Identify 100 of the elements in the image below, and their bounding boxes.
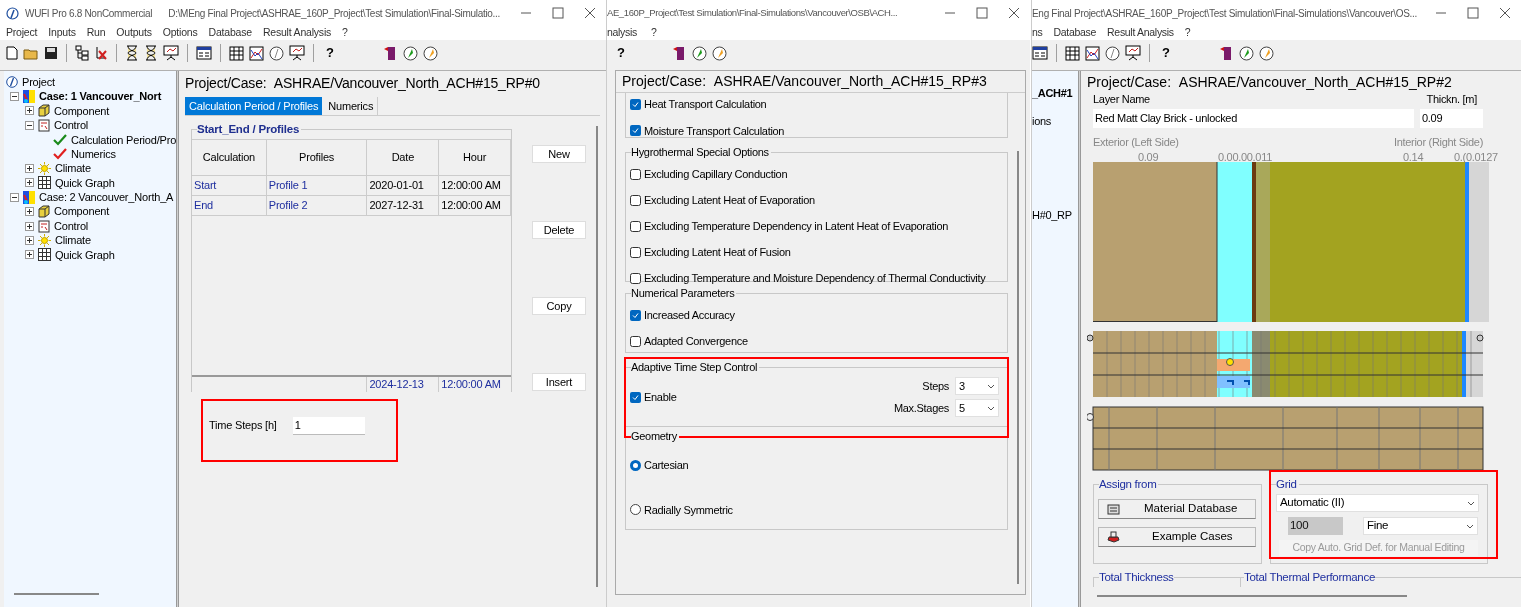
chart-icon[interactable]	[1085, 45, 1100, 61]
action-button[interactable]: Delete	[532, 221, 586, 239]
close-icon[interactable]	[584, 7, 596, 19]
tree-delete-icon[interactable]	[94, 45, 108, 61]
new-file-icon[interactable]	[6, 46, 18, 60]
tree-item[interactable]: Climate	[55, 232, 91, 249]
column-icon[interactable]	[1219, 45, 1234, 61]
examples-icon[interactable]	[1107, 531, 1120, 543]
grid-icon[interactable]	[229, 45, 244, 61]
presentation-icon[interactable]	[289, 45, 305, 61]
tree-item[interactable]: Case: 1 Vancouver_Nort	[39, 88, 162, 105]
hourglass-icon[interactable]	[125, 45, 139, 61]
tree-icon[interactable]	[75, 45, 89, 61]
tree-item[interactable]: Control	[54, 117, 89, 134]
checkbox[interactable]	[630, 194, 641, 206]
menu-item[interactable]: Project	[6, 25, 38, 41]
menu-item[interactable]: Result Analysis	[262, 25, 332, 41]
menu-item[interactable]: ?	[342, 25, 348, 41]
tree-item[interactable]: ions	[1032, 113, 1078, 127]
circle-icon[interactable]	[1105, 45, 1120, 61]
checkbox[interactable]	[630, 220, 641, 232]
dropdown[interactable]: Automatic (II)	[1276, 494, 1479, 512]
circle-flame-icon[interactable]	[711, 45, 727, 61]
tree-item[interactable]: Calculation Period/Pro	[71, 131, 176, 148]
expand-icon[interactable]	[25, 207, 34, 217]
help-button[interactable]: ?	[322, 43, 338, 63]
app-icon[interactable]	[6, 76, 18, 89]
circle-leaf-icon[interactable]	[402, 45, 418, 61]
assign-button[interactable]: Example Cases	[1098, 527, 1256, 547]
dropdown[interactable]: 3	[955, 377, 999, 395]
checkbox[interactable]	[630, 246, 641, 258]
column-icon[interactable]	[383, 45, 398, 61]
chart-icon[interactable]	[249, 45, 264, 61]
tree-item[interactable]: _ACH#1	[1032, 85, 1078, 99]
help-button[interactable]: ?	[613, 43, 629, 63]
input-field[interactable]: 1	[292, 416, 365, 435]
menu-item[interactable]: Result Analysis	[1107, 25, 1174, 41]
tree-item[interactable]: Control	[54, 217, 89, 235]
menu-item[interactable]: ?	[651, 25, 657, 41]
menu-item[interactable]: Database	[1053, 25, 1097, 41]
checkbox[interactable]	[630, 98, 641, 110]
maximize-icon[interactable]	[1467, 7, 1479, 19]
menu-item[interactable]: Run	[86, 25, 106, 41]
tree-item[interactable]: Quick Graph	[55, 246, 115, 264]
control-icon[interactable]	[38, 219, 50, 233]
tree-item[interactable]: H#0_RP	[1032, 207, 1078, 221]
control-icon[interactable]	[38, 118, 50, 132]
chevron-down-icon[interactable]	[987, 383, 995, 389]
tree-item[interactable]: Numerics	[71, 145, 116, 163]
chevron-down-icon[interactable]	[1467, 500, 1475, 506]
tab[interactable]: Calculation Period / Profiles	[185, 97, 323, 115]
tree-item[interactable]: Quick Graph	[55, 174, 115, 192]
layer-cross-section-drawing[interactable]	[1093, 162, 1489, 322]
action-button[interactable]: Insert	[532, 373, 586, 391]
close-icon[interactable]	[1008, 7, 1020, 19]
tree-item[interactable]: Climate	[55, 160, 91, 177]
menu-item[interactable]: ?	[1184, 25, 1191, 41]
radio-button[interactable]	[630, 459, 641, 471]
tree-item[interactable]: Case: 2 Vancouver_North_A	[39, 189, 174, 206]
window-layout-icon[interactable]	[196, 46, 212, 60]
component-icon[interactable]	[38, 104, 50, 118]
menu-item[interactable]: Outputs	[116, 25, 152, 41]
menu-item[interactable]: Options	[162, 25, 198, 41]
save-icon[interactable]	[44, 46, 58, 60]
grid-icon[interactable]	[38, 176, 51, 190]
assign-button[interactable]: Material Database	[1098, 499, 1256, 519]
close-icon[interactable]	[1499, 7, 1511, 19]
expand-icon[interactable]	[25, 221, 34, 231]
circle-leaf-icon[interactable]	[691, 45, 707, 61]
case-icon[interactable]	[23, 190, 35, 204]
folder-icon[interactable]	[23, 46, 39, 60]
circle-flame-icon[interactable]	[422, 45, 438, 61]
collapse-icon[interactable]	[10, 192, 19, 202]
maximize-icon[interactable]	[552, 7, 564, 19]
case-icon[interactable]	[23, 90, 35, 104]
grid-icon[interactable]	[38, 248, 51, 262]
checkbox[interactable]	[630, 391, 641, 403]
checkbox[interactable]	[630, 335, 641, 347]
radio-button[interactable]	[630, 504, 641, 516]
collapse-icon[interactable]	[25, 120, 34, 130]
expand-icon[interactable]	[25, 178, 34, 188]
checkbox[interactable]	[630, 168, 641, 180]
expand-icon[interactable]	[25, 250, 34, 260]
dropdown[interactable]: Fine	[1363, 517, 1478, 535]
circle-leaf-icon[interactable]	[1238, 45, 1254, 61]
input-field[interactable]: Red Matt Clay Brick - unlocked	[1093, 109, 1414, 128]
tree-item[interactable]: Project	[22, 73, 55, 91]
checkbox[interactable]	[630, 272, 641, 284]
check-icon[interactable]	[53, 133, 67, 146]
menu-item[interactable]: Inputs	[48, 25, 76, 41]
column-icon[interactable]	[672, 45, 687, 61]
check-icon[interactable]	[53, 148, 67, 161]
presentation-icon[interactable]	[163, 45, 179, 61]
chevron-down-icon[interactable]	[1466, 523, 1474, 529]
expand-icon[interactable]	[25, 164, 34, 174]
tree-item[interactable]: Component	[54, 102, 110, 120]
expand-icon[interactable]	[25, 106, 34, 116]
presentation-icon[interactable]	[1125, 45, 1141, 61]
checkbox[interactable]	[630, 125, 641, 137]
help-button[interactable]: ?	[1158, 43, 1174, 63]
